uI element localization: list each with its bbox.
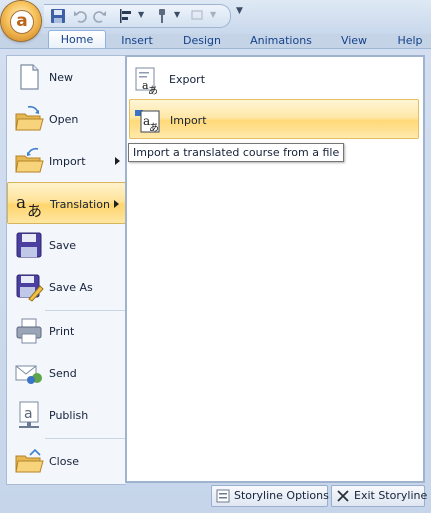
application-menu-commands: New Open Import a あ Translation Save Sav… xyxy=(6,55,126,485)
save-as-icon xyxy=(16,274,44,302)
close-icon xyxy=(337,490,349,502)
menu-item-publish[interactable]: a Publish xyxy=(7,394,126,436)
menu-item-label: Translation xyxy=(50,198,110,211)
menu-item-print[interactable]: Print xyxy=(7,310,126,352)
shape-dropdown-icon[interactable]: ▼ xyxy=(210,10,216,19)
customize-qat-icon[interactable]: ▼ xyxy=(236,6,243,16)
menu-item-send[interactable]: Send xyxy=(7,352,126,394)
new-document-icon xyxy=(20,64,39,90)
application-menu: New Open Import a あ Translation Save Sav… xyxy=(0,48,431,513)
submenu-arrow-icon xyxy=(115,157,120,165)
submenu-item-label: Import xyxy=(170,114,207,127)
redo-icon[interactable] xyxy=(92,8,108,24)
translation-icon: a あ xyxy=(16,193,42,219)
ribbon-tabs: Home Insert Design Animations View Help xyxy=(0,30,431,49)
exit-storyline-button[interactable]: Exit Storyline xyxy=(331,485,428,507)
submenu-item-import[interactable]: a あ Import xyxy=(129,99,419,139)
tab-view[interactable]: View xyxy=(334,32,374,48)
submenu-item-export[interactable]: a あ Export xyxy=(129,59,419,99)
menu-separator xyxy=(45,438,126,439)
tab-design[interactable]: Design xyxy=(174,32,230,48)
application-menu-footer: Storyline Options Exit Storyline xyxy=(0,485,431,511)
storyline-logo-icon: a xyxy=(10,10,34,34)
storyline-options-button[interactable]: Storyline Options xyxy=(211,485,329,507)
storyline-options-label: Storyline Options xyxy=(234,489,329,502)
submenu-arrow-icon xyxy=(114,200,119,208)
shape-icon[interactable] xyxy=(190,8,206,24)
menu-item-label: New xyxy=(49,71,73,84)
menu-item-label: Open xyxy=(49,113,79,126)
menu-item-label: Import xyxy=(49,155,86,168)
menu-item-open[interactable]: Open xyxy=(7,98,126,140)
align-icon[interactable] xyxy=(118,8,134,24)
printer-icon xyxy=(16,318,42,344)
tab-animations[interactable]: Animations xyxy=(242,32,320,48)
menu-item-label: Close xyxy=(49,455,79,468)
save-icon[interactable] xyxy=(50,8,66,24)
export-translation-icon: a あ xyxy=(135,67,158,95)
open-folder-icon xyxy=(15,105,44,131)
svg-text:あ: あ xyxy=(148,85,158,95)
menu-item-save-as[interactable]: Save As xyxy=(7,266,126,308)
send-icon xyxy=(15,365,42,384)
import-translation-icon: a あ xyxy=(135,110,160,134)
svg-text:あ: あ xyxy=(27,202,42,219)
menu-item-label: Send xyxy=(49,367,77,380)
quick-access-toolbar: ▼ ▼ ▼ xyxy=(44,4,231,28)
align-dropdown-icon[interactable]: ▼ xyxy=(138,10,144,19)
menu-item-label: Save xyxy=(49,239,77,252)
exit-storyline-label: Exit Storyline xyxy=(354,489,428,502)
undo-icon[interactable] xyxy=(72,8,88,24)
tab-insert[interactable]: Insert xyxy=(108,32,166,48)
save-disk-icon xyxy=(16,232,42,258)
publish-icon: a xyxy=(19,401,39,428)
import-tooltip: Import a translated course from a file xyxy=(128,143,345,162)
tab-help[interactable]: Help xyxy=(390,32,430,48)
svg-text:あ: あ xyxy=(149,122,159,134)
tab-home[interactable]: Home xyxy=(48,30,106,49)
svg-text:a: a xyxy=(16,193,26,213)
menu-item-label: Print xyxy=(49,325,75,338)
format-dropdown-icon[interactable]: ▼ xyxy=(174,10,180,19)
menu-item-import[interactable]: Import xyxy=(7,140,126,182)
menu-item-save[interactable]: Save xyxy=(7,224,126,266)
options-icon xyxy=(216,489,230,503)
menu-item-new[interactable]: New xyxy=(7,56,126,98)
format-painter-icon[interactable] xyxy=(154,8,170,24)
translation-submenu: a あ Export a あ Import xyxy=(125,55,425,483)
svg-text:a: a xyxy=(24,406,33,422)
menu-item-close[interactable]: Close xyxy=(7,440,126,482)
menu-item-label: Save As xyxy=(49,281,93,294)
close-folder-icon xyxy=(15,448,44,473)
menu-item-label: Publish xyxy=(49,409,89,422)
application-button[interactable]: a xyxy=(1,1,41,41)
submenu-item-label: Export xyxy=(169,73,206,86)
menu-item-translation[interactable]: a あ Translation xyxy=(7,182,126,224)
import-folder-icon xyxy=(15,147,44,173)
